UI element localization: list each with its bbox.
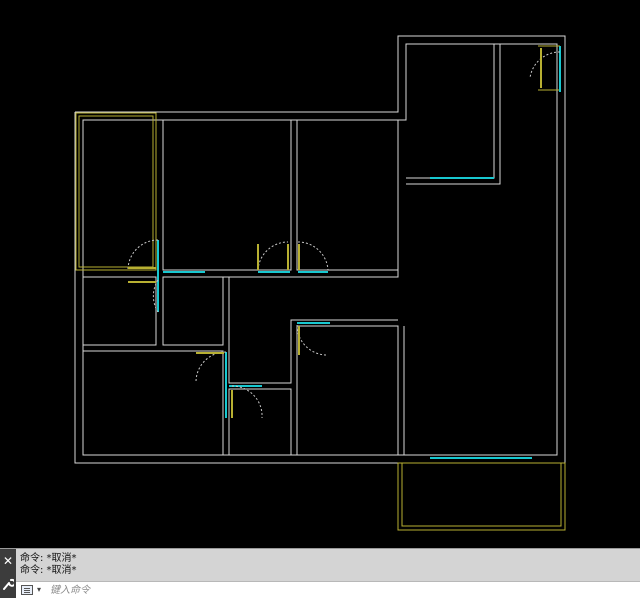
room-mid-left-a [82, 276, 157, 346]
upper-right-room [406, 43, 495, 179]
floor-plan [74, 35, 566, 531]
swing-corridor [195, 351, 227, 383]
command-input-row: ▾ [16, 581, 640, 598]
command-line-panel: ✕ 命令: *取消* 命令: *取消* ▾ [0, 548, 640, 598]
corridor-wall-upper [163, 184, 399, 278]
swing-lower-small [231, 385, 263, 419]
room-top-left [82, 119, 157, 271]
corridor-wall-left [228, 277, 398, 384]
balcony-bottom-inner [401, 462, 562, 527]
outer-wall-inner [82, 43, 558, 456]
balcony-left [75, 112, 157, 271]
room-top-right [296, 119, 399, 271]
command-input[interactable] [50, 583, 630, 597]
balcony-bottom [397, 462, 566, 531]
room-mid-left-b [162, 276, 224, 346]
wall-lines [74, 35, 566, 464]
chevron-down-icon[interactable]: ▾ [37, 584, 41, 596]
swing-top-middle [257, 241, 289, 271]
room-lower-right [296, 325, 399, 456]
close-icon[interactable]: ✕ [3, 555, 13, 567]
command-prompt-icon[interactable] [21, 585, 33, 595]
command-panel-sidebar: ✕ [0, 549, 16, 598]
swing-northeast [529, 51, 561, 79]
command-history-line: 命令: *取消* [20, 565, 77, 576]
swing-top-right [297, 241, 329, 271]
command-history-line: 命令: *取消* [20, 553, 77, 564]
wrench-icon[interactable] [2, 577, 14, 591]
swing-lower-right [296, 324, 328, 356]
room-top-middle [162, 119, 292, 271]
drawing-canvas[interactable] [0, 0, 640, 548]
door-leaves [128, 48, 542, 418]
upper-right-room-inner [406, 44, 501, 185]
room-lower-small [228, 388, 292, 456]
room-lower-left [82, 350, 224, 456]
outer-wall [74, 35, 566, 464]
door-swings [127, 51, 561, 419]
